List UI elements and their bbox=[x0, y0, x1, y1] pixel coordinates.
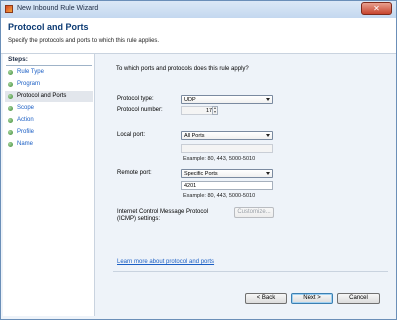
footer-divider bbox=[113, 271, 388, 272]
step-label: Action bbox=[17, 117, 34, 123]
firewall-app-icon bbox=[5, 5, 13, 13]
cancel-button[interactable]: Cancel bbox=[337, 293, 380, 304]
protocol-type-select[interactable]: UDP bbox=[181, 95, 273, 104]
protocol-number-stepper[interactable]: 17 bbox=[181, 106, 218, 115]
step-label: Protocol and Ports bbox=[17, 93, 67, 99]
chevron-down-icon bbox=[266, 134, 270, 137]
title-bar[interactable]: New Inbound Rule Wizard ✕ bbox=[1, 1, 396, 19]
local-port-label: Local port: bbox=[117, 132, 146, 138]
remote-port-value: Specific Ports bbox=[184, 171, 218, 177]
chevron-down-icon bbox=[266, 98, 270, 101]
local-port-value: All Ports bbox=[184, 133, 205, 139]
step-bullet-icon bbox=[8, 106, 13, 111]
remote-port-label: Remote port: bbox=[117, 170, 152, 176]
window-title: New Inbound Rule Wizard bbox=[17, 5, 99, 12]
step-bullet-icon bbox=[8, 130, 13, 135]
step-label: Profile bbox=[17, 129, 35, 135]
learn-more-link[interactable]: Learn more about protocol and ports bbox=[117, 259, 214, 265]
protocol-type-value: UDP bbox=[184, 97, 196, 103]
steps-panel: Steps: Rule Type Program Protocol and Po… bbox=[3, 54, 95, 316]
step-label: Rule Type bbox=[17, 69, 44, 75]
close-button[interactable]: ✕ bbox=[361, 2, 392, 15]
remote-port-example: Example: 80, 443, 5000-5010 bbox=[183, 193, 256, 199]
page-title: Protocol and Ports bbox=[8, 22, 89, 32]
step-label: Scope bbox=[17, 105, 35, 111]
step-name[interactable]: Name bbox=[5, 139, 93, 150]
customize-button[interactable]: Customize... bbox=[234, 207, 274, 218]
step-bullet-icon bbox=[8, 94, 13, 99]
remote-port-input-value: 4201 bbox=[184, 183, 197, 189]
step-protocol-and-ports[interactable]: Protocol and Ports bbox=[5, 91, 93, 102]
next-button[interactable]: Next > bbox=[291, 293, 333, 304]
local-port-select[interactable]: All Ports bbox=[181, 131, 273, 140]
remote-port-input[interactable]: 4201 bbox=[181, 181, 273, 190]
protocol-type-label: Protocol type: bbox=[117, 96, 154, 102]
step-program[interactable]: Program bbox=[5, 79, 93, 90]
stepper-arrows-icon[interactable] bbox=[212, 106, 218, 115]
wizard-window: New Inbound Rule Wizard ✕ Protocol and P… bbox=[0, 0, 397, 320]
step-bullet-icon bbox=[8, 70, 13, 75]
page-header: Protocol and Ports Specify the protocols… bbox=[1, 18, 396, 54]
page-description: Specify the protocols and ports to which… bbox=[8, 38, 160, 44]
icmp-label-line2: (ICMP) settings: bbox=[117, 216, 161, 222]
step-bullet-icon bbox=[8, 82, 13, 87]
remote-port-select[interactable]: Specific Ports bbox=[181, 169, 273, 178]
steps-heading: Steps: bbox=[8, 56, 28, 63]
question-text: To which ports and protocols does this r… bbox=[116, 66, 249, 72]
step-profile[interactable]: Profile bbox=[5, 127, 93, 138]
icmp-label-line1: Internet Control Message Protocol bbox=[117, 209, 209, 215]
step-action[interactable]: Action bbox=[5, 115, 93, 126]
step-label: Program bbox=[17, 81, 41, 87]
step-label: Name bbox=[17, 141, 34, 147]
step-bullet-icon bbox=[8, 118, 13, 123]
step-rule-type[interactable]: Rule Type bbox=[5, 67, 93, 78]
back-button[interactable]: < Back bbox=[245, 293, 287, 304]
step-bullet-icon bbox=[8, 142, 13, 147]
steps-divider bbox=[6, 65, 92, 66]
local-port-input[interactable] bbox=[181, 144, 273, 153]
main-panel: To which ports and protocols does this r… bbox=[95, 54, 396, 316]
local-port-example: Example: 80, 443, 5000-5010 bbox=[183, 156, 256, 162]
chevron-down-icon bbox=[266, 172, 270, 175]
protocol-number-label: Protocol number: bbox=[117, 107, 163, 113]
step-scope[interactable]: Scope bbox=[5, 103, 93, 114]
